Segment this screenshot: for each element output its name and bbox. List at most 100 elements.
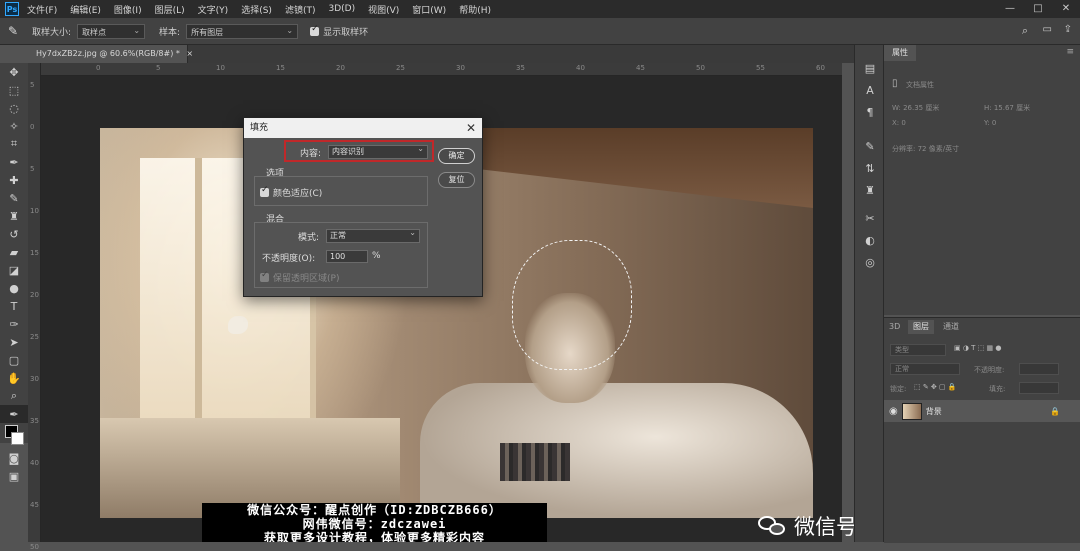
menu-3d[interactable]: 3D(D)	[328, 4, 355, 14]
layer-filter-icons[interactable]: ▣ ◑ T ⬚ ▦ ●	[954, 344, 1001, 352]
history-brush-tool-icon[interactable]: ↺	[0, 225, 28, 243]
layer-blend-mode[interactable]: 正常	[890, 363, 960, 375]
ok-button[interactable]: 确定	[438, 148, 475, 164]
layer-kind-filter[interactable]: 类型	[890, 344, 946, 356]
gradient-tool-icon[interactable]: ◪	[0, 261, 28, 279]
maximize-button[interactable]: □	[1024, 0, 1052, 18]
ruler-tick: 0	[30, 123, 35, 131]
minimize-button[interactable]: —	[996, 0, 1024, 18]
character-icon[interactable]: A	[855, 79, 885, 101]
watermark-line-1: 微信公众号：醒点创作（ID:ZDBCZB666）	[247, 503, 502, 517]
menu-file[interactable]: 文件(F)	[27, 3, 57, 16]
tab-layers[interactable]: 图层	[908, 320, 934, 334]
image-window-frame	[195, 158, 202, 418]
quick-select-tool-icon[interactable]: ✧	[0, 117, 28, 135]
menu-layer[interactable]: 图层(L)	[155, 3, 185, 16]
menu-window[interactable]: 窗口(W)	[412, 3, 446, 16]
x-value: X: 0	[892, 119, 906, 127]
properties-tab[interactable]: 属性	[884, 45, 916, 61]
menu-image[interactable]: 图像(I)	[114, 3, 142, 16]
reset-button[interactable]: 复位	[438, 172, 475, 188]
ruler-tick: 10	[216, 64, 225, 72]
panel-icon-strip: ▤ A ¶ ✎ ⇅ ♜ ✂ ◐ ◎	[854, 45, 884, 542]
zoom-tool-icon[interactable]: ⌕	[0, 387, 28, 405]
adjustments-icon[interactable]: ⇅	[855, 157, 885, 179]
color-adapt-checkbox[interactable]	[260, 185, 269, 197]
workspace-icon[interactable]: ▭	[1043, 24, 1052, 35]
shape-tool-icon[interactable]: ▢	[0, 351, 28, 369]
blur-tool-icon[interactable]: ●	[0, 279, 28, 297]
share-icon[interactable]: ⇪	[1064, 24, 1072, 35]
lasso-selection-marquee[interactable]	[512, 240, 632, 370]
sample-size-select[interactable]: 取样点	[77, 23, 146, 39]
brush-settings-icon[interactable]: ✎	[855, 135, 885, 157]
stamp-tool-icon[interactable]: ♜	[0, 207, 28, 225]
selected-tool-icon[interactable]: ✒	[0, 405, 28, 423]
eyedropper-icon[interactable]: ✎	[8, 24, 26, 38]
document-tab[interactable]: Hy7dxZB2z.jpg @ 60.6%(RGB/8#) * ×	[28, 45, 193, 63]
photoshop-logo-icon: Ps	[5, 2, 19, 16]
show-ring-label: 显示取样环	[323, 27, 369, 38]
ruler-tick: 55	[756, 64, 765, 72]
dialog-titlebar[interactable]: 填充 ✕	[244, 118, 482, 138]
background-color-swatch[interactable]	[11, 432, 24, 445]
show-ring-checkbox[interactable]	[310, 24, 320, 36]
sample-select[interactable]: 所有图层	[186, 23, 299, 39]
menu-type[interactable]: 文字(Y)	[198, 3, 229, 16]
paragraph-icon[interactable]: ¶	[855, 101, 885, 123]
menu-select[interactable]: 选择(S)	[241, 3, 272, 16]
histogram-icon[interactable]: ▤	[855, 57, 885, 79]
fill-dialog: 填充 ✕ 内容: 内容识别 确定 复位 选项 颜色适应(C) 混合 模式: 正常…	[243, 117, 483, 297]
hand-tool-icon[interactable]: ✋	[0, 369, 28, 387]
quick-mask-icon[interactable]: ◙	[0, 449, 28, 467]
color-swatches[interactable]	[0, 423, 28, 449]
screen-mode-icon[interactable]: ▣	[0, 467, 28, 485]
tab-3d[interactable]: 3D	[884, 320, 905, 334]
mode-select[interactable]: 正常	[326, 227, 420, 243]
ruler-tick: 25	[30, 333, 39, 341]
image-books	[500, 443, 570, 481]
tab-channels[interactable]: 通道	[938, 320, 964, 334]
ruler-tick: 30	[456, 64, 465, 72]
layer-fill-input[interactable]	[1019, 382, 1059, 394]
tools-preset-icon[interactable]: ✂	[855, 207, 885, 229]
content-select[interactable]: 内容识别	[328, 143, 428, 159]
menu-view[interactable]: 视图(V)	[368, 3, 399, 16]
panel-menu-icon[interactable]: ≡	[1066, 47, 1074, 57]
clone-source-icon[interactable]: ♜	[855, 179, 885, 201]
ruler-tick: 40	[576, 64, 585, 72]
layer-visibility-eye-icon[interactable]: ◉	[889, 406, 898, 417]
opacity-input[interactable]: 100	[326, 250, 368, 263]
healing-brush-tool-icon[interactable]: ✚	[0, 171, 28, 189]
brush-tool-icon[interactable]: ✎	[0, 189, 28, 207]
search-icon[interactable]: ⌕	[1022, 24, 1028, 38]
preserve-transparency-checkbox[interactable]	[260, 270, 269, 282]
menu-filter[interactable]: 滤镜(T)	[285, 3, 316, 16]
lock-icons[interactable]: ⬚ ✎ ✥ ▢ 🔒	[914, 383, 957, 391]
pen-tool-icon[interactable]: ✑	[0, 315, 28, 333]
menu-help[interactable]: 帮助(H)	[459, 3, 491, 16]
menu-edit[interactable]: 编辑(E)	[70, 3, 101, 16]
styles-icon[interactable]: ◐	[855, 229, 885, 251]
layer-row-background[interactable]: ◉ 背景 🔒	[884, 400, 1080, 422]
path-select-tool-icon[interactable]: ➤	[0, 333, 28, 351]
document-tab-close-icon[interactable]: ×	[186, 49, 193, 58]
opacity-label: 不透明度(O):	[262, 254, 316, 264]
crop-tool-icon[interactable]: ⌗	[0, 135, 28, 153]
close-window-button[interactable]: ✕	[1052, 0, 1080, 18]
eraser-tool-icon[interactable]: ▰	[0, 243, 28, 261]
layer-opacity-label: 不透明度:	[974, 366, 1005, 374]
eyedropper-tool-icon[interactable]: ✒	[0, 153, 28, 171]
move-tool-icon[interactable]: ✥	[0, 63, 28, 81]
ruler-tick: 60	[816, 64, 825, 72]
dialog-close-icon[interactable]: ✕	[466, 118, 476, 138]
channels-icon[interactable]: ◎	[855, 251, 885, 273]
layer-opacity-input[interactable]	[1019, 363, 1059, 375]
type-tool-icon[interactable]: T	[0, 297, 28, 315]
ruler-tick: 50	[696, 64, 705, 72]
lasso-tool-icon[interactable]: ◌	[0, 99, 28, 117]
height-value: H: 15.67 厘米	[984, 104, 1031, 112]
resolution-value: 分辨率: 72 像素/英寸	[892, 145, 960, 153]
marquee-tool-icon[interactable]: ⬚	[0, 81, 28, 99]
ruler-tick: 35	[30, 417, 39, 425]
